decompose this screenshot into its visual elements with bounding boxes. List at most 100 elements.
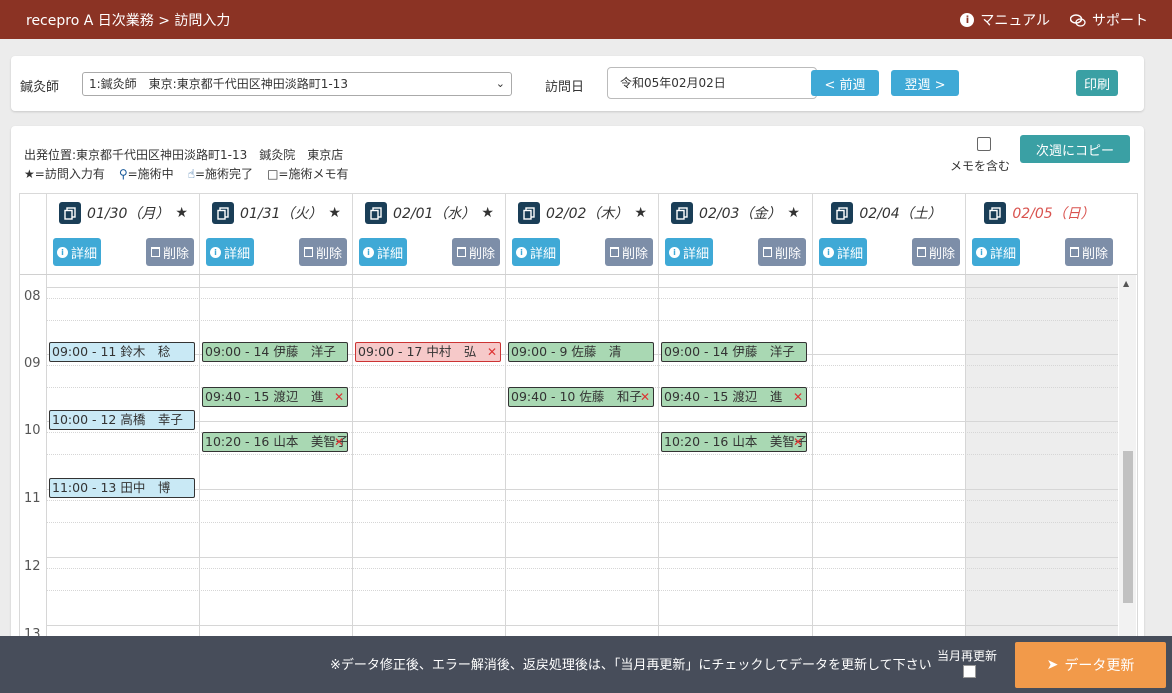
legend-done: ☝=施術完了 [187,167,254,181]
scroll-up-icon[interactable]: ▲ [1123,279,1129,288]
include-memo-checkbox[interactable] [977,137,991,151]
visit-event[interactable]: 10:00 - 12 高橋 幸子 [49,410,195,430]
visit-event[interactable]: 11:00 - 13 田中 博 [49,478,195,498]
delete-button[interactable]: 削除 [605,238,653,266]
current-month-label: 当月再更新 [937,649,998,663]
copy-day-icon[interactable] [59,202,82,224]
remove-icon[interactable]: ✕ [334,388,344,406]
delete-button[interactable]: 削除 [912,238,960,266]
detail-button[interactable]: i 詳細 [665,238,713,266]
delete-button[interactable]: 削除 [758,238,806,266]
data-update-button[interactable]: ➤ データ更新 [1015,642,1166,688]
detail-label: 詳細 [836,246,863,262]
visit-event[interactable]: 09:00 - 9 佐藤 清 [508,342,654,362]
practitioner-value: 1:鍼灸師 東京:東京都千代田区神田淡路町1-13 [89,77,348,91]
practitioner-select[interactable]: 1:鍼灸師 東京:東京都千代田区神田淡路町1-13 ⌄ [82,72,512,96]
page-title: recepro A 日次業務 > 訪問入力 [26,13,231,29]
remove-icon[interactable]: ✕ [334,433,344,451]
visit-event-label: 11:00 - 13 田中 博 [52,480,171,495]
remove-icon[interactable]: ✕ [793,388,803,406]
day-header-6: 02/05（日） i 詳細 削除 [965,194,1119,274]
slot-line [46,454,1118,455]
support-link[interactable]: サポート [1069,10,1148,30]
detail-label: 詳細 [223,246,250,262]
copy-day-icon[interactable] [518,202,541,224]
hour-line [46,489,1118,490]
remove-icon[interactable]: ✕ [640,388,650,406]
visit-event-label: 09:40 - 15 渡辺 進 [205,389,324,404]
delete-button[interactable]: 削除 [146,238,194,266]
hour-label: 12 [24,559,41,574]
slot-line [46,522,1118,523]
footer-bar: ※データ修正後、エラー解消後、返戻処理後は、「当月再更新」にチェックしてデータを… [0,636,1172,693]
star-icon: ★ [175,205,188,221]
info-icon: i [668,246,680,258]
week-grid: 01/30（月） ★ i 詳細 削除 01/31（火） ★ i 詳細 削除 02/01（水） ★ i 詳細… [19,193,1138,646]
visit-event[interactable]: 09:00 - 14 伊藤 洋子 [202,342,348,362]
prev-week-button[interactable]: < 前週 [811,70,879,96]
info-icon: i [209,246,221,258]
day-column-line [965,275,966,646]
star-icon: ★ [328,205,341,221]
detail-button[interactable]: i 詳細 [359,238,407,266]
footer-notice: ※データ修正後、エラー解消後、返戻処理後は、「当月再更新」にチェックしてデータを… [330,658,932,673]
copy-day-icon[interactable] [984,202,1007,224]
day-title: 01/31（火） ★ [200,202,353,224]
day-column-line [199,275,200,646]
detail-label: 詳細 [989,246,1016,262]
departure-location: 出発位置:東京都千代田区神田淡路町1-13 鍼灸院 東京店 [24,148,344,162]
copy-day-icon[interactable] [831,202,854,224]
detail-button[interactable]: i 詳細 [53,238,101,266]
visit-event-label: 10:20 - 16 山本 美智子 [664,434,807,449]
delete-button[interactable]: 削除 [1065,238,1113,266]
trash-icon [303,247,313,257]
day-title: 02/04（土） [813,202,966,224]
visit-event[interactable]: 09:00 - 14 伊藤 洋子 [661,342,807,362]
print-button[interactable]: 印刷 [1076,70,1118,96]
visit-event[interactable]: 10:20 - 16 山本 美智子 ✕ [202,432,348,452]
day-title: 02/05（日） [966,202,1119,224]
detail-button[interactable]: i 詳細 [512,238,560,266]
day-column-line [505,275,506,646]
current-month-checkbox[interactable] [963,665,976,678]
slot-line [46,568,1118,569]
day-date: 02/04（土） [859,206,942,222]
detail-button[interactable]: i 詳細 [206,238,254,266]
detail-button[interactable]: i 詳細 [972,238,1020,266]
memo-icon: □ [267,167,279,181]
visit-date-label: 訪問日 [545,80,585,95]
manual-link[interactable]: i マニュアル [960,10,1050,30]
day-title: 02/01（水） ★ [353,202,506,224]
visit-event[interactable]: 09:40 - 10 佐藤 和子 ✕ [508,387,654,407]
day-title: 02/02（木） ★ [506,202,659,224]
delete-button[interactable]: 削除 [299,238,347,266]
visit-event-label: 09:00 - 17 中村 弘 [358,344,477,359]
legend-memo: □=施術メモ有 [267,167,349,181]
scroll-thumb[interactable] [1123,451,1133,603]
schedule-panel: 出発位置:東京都千代田区神田淡路町1-13 鍼灸院 東京店 ★=訪問入力有 ⚲=… [11,126,1144,646]
visit-event[interactable]: 10:20 - 16 山本 美智子 ✕ [661,432,807,452]
next-week-button[interactable]: 翌週 > [891,70,959,96]
info-icon: i [362,246,374,258]
vertical-scrollbar[interactable]: ▲ [1119,275,1136,646]
visit-event[interactable]: 09:40 - 15 渡辺 進 ✕ [202,387,348,407]
delete-label: 削除 [162,246,189,262]
hour-label: 10 [24,423,41,438]
visit-date-input[interactable]: 令和05年02月02日 [607,67,817,99]
header-links: i マニュアル サポート [960,10,1148,30]
detail-label: 詳細 [529,246,556,262]
info-icon: i [975,246,987,258]
copy-day-icon[interactable] [365,202,388,224]
remove-icon[interactable]: ✕ [487,343,497,361]
copy-day-icon[interactable] [212,202,235,224]
filter-panel: 鍼灸師 1:鍼灸師 東京:東京都千代田区神田淡路町1-13 ⌄ 訪問日 令和05… [11,56,1144,111]
detail-button[interactable]: i 詳細 [819,238,867,266]
delete-button[interactable]: 削除 [452,238,500,266]
visit-event[interactable]: 09:40 - 15 渡辺 進 ✕ [661,387,807,407]
visit-event[interactable]: 09:00 - 17 中村 弘 ✕ [355,342,501,362]
hour-label: 08 [24,289,41,304]
copy-next-week-button[interactable]: 次週にコピー [1020,135,1130,163]
visit-event[interactable]: 09:00 - 11 鈴木 稔 [49,342,195,362]
remove-icon[interactable]: ✕ [793,433,803,451]
copy-day-icon[interactable] [671,202,694,224]
